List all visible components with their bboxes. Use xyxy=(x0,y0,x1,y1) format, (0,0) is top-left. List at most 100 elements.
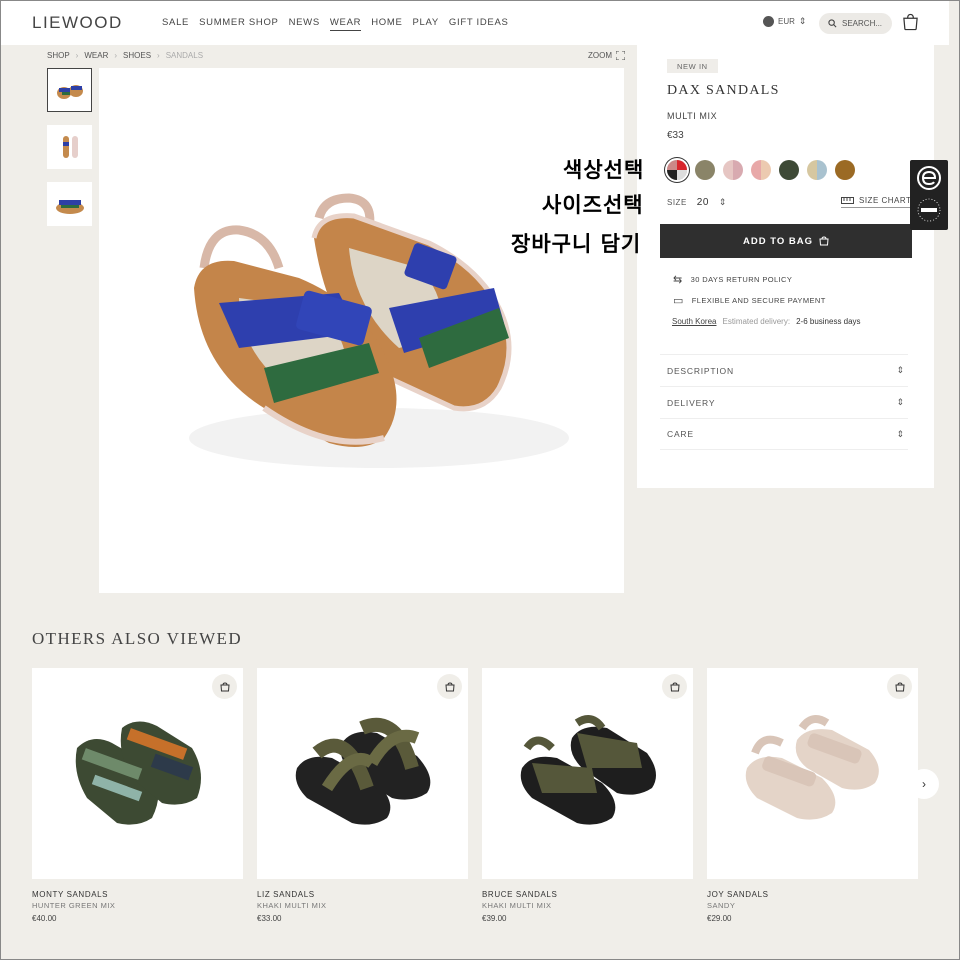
nav-sale[interactable]: SALE xyxy=(162,17,189,31)
crumb-shoes[interactable]: SHOES xyxy=(123,51,151,60)
zoom-button[interactable]: ZOOM xyxy=(588,51,625,60)
card-variant: KHAKI MULTI MIX xyxy=(482,901,552,910)
card-name[interactable]: MONTY SANDALS xyxy=(32,890,108,899)
swatch-hunter-green[interactable] xyxy=(779,160,799,180)
nav-wear[interactable]: WEAR xyxy=(329,17,362,31)
bag-icon xyxy=(819,236,829,246)
card-variant: SANDY xyxy=(707,901,736,910)
chevron-updown-icon: ⇕ xyxy=(896,365,905,375)
card-name[interactable]: JOY SANDALS xyxy=(707,890,769,899)
swatch-sea-blue[interactable] xyxy=(807,160,827,180)
card-icon: ▭ xyxy=(673,295,684,307)
crumb-separator: › xyxy=(75,51,79,60)
search-icon xyxy=(828,19,837,28)
size-chart-link[interactable]: SIZE CHART xyxy=(841,196,912,208)
card-name[interactable]: LIZ SANDALS xyxy=(257,890,315,899)
product-card-liz[interactable] xyxy=(257,668,468,879)
nav-summer-shop[interactable]: SUMMER SHOP xyxy=(199,17,278,31)
crumb-wear[interactable]: WEAR xyxy=(84,51,108,60)
delivery-label: Estimated delivery: xyxy=(722,317,791,326)
accordion-delivery[interactable]: DELIVERY ⇕ xyxy=(660,386,908,418)
add-to-bag-button[interactable]: ADD TO BAG xyxy=(660,224,912,258)
swatch-rose[interactable] xyxy=(723,160,743,180)
monty-sandals-image xyxy=(75,721,201,825)
quick-add-button[interactable] xyxy=(212,674,237,699)
swatch-peach[interactable] xyxy=(751,160,771,180)
thumbnail-1[interactable] xyxy=(47,68,92,112)
accordion-label: DELIVERY xyxy=(667,397,716,408)
thumbnail-2[interactable] xyxy=(47,125,92,169)
bag-icon xyxy=(669,681,680,691)
nav-gift-ideas[interactable]: GIFT IDEAS xyxy=(449,17,509,31)
currency-selector[interactable]: EUR ⇕ xyxy=(763,16,806,27)
nav-home[interactable]: HOME xyxy=(371,17,402,31)
sandal-thumb-image xyxy=(55,200,84,214)
nav-play[interactable]: PLAY xyxy=(413,17,439,31)
accordion-label: CARE xyxy=(667,429,694,439)
accordion-description[interactable]: DESCRIPTION ⇕ xyxy=(660,354,908,386)
crumb-shop[interactable]: SHOP xyxy=(47,51,70,60)
thumbnail-3[interactable] xyxy=(47,182,92,226)
card-name[interactable]: BRUCE SANDALS xyxy=(482,890,557,899)
return-arrows-icon: ⇆ xyxy=(673,274,683,286)
crumb-separator: › xyxy=(157,51,160,60)
annotation-color-select: 색상선택 xyxy=(563,158,645,182)
product-card-monty[interactable] xyxy=(32,668,243,879)
nav-news[interactable]: NEWS xyxy=(289,17,320,31)
search-input[interactable]: SEARCH... xyxy=(819,13,892,34)
carousel-next-button[interactable]: › xyxy=(909,769,939,799)
add-to-bag-label: ADD TO BAG xyxy=(743,235,813,247)
ruler-icon xyxy=(841,197,854,204)
shopping-bag-icon[interactable] xyxy=(902,13,919,31)
size-selector[interactable]: SIZE 20 ⇕ xyxy=(667,197,727,208)
chevron-updown-icon: ⇕ xyxy=(798,16,807,26)
size-chart-label: SIZE CHART xyxy=(859,196,912,205)
chevron-updown-icon: ⇕ xyxy=(718,197,727,207)
main-product-image[interactable] xyxy=(99,68,624,593)
joy-sandals-image xyxy=(745,715,879,820)
product-color-name: MULTI MIX xyxy=(667,111,718,121)
annotation-size-select: 사이즈선택 xyxy=(542,193,644,217)
quick-add-button[interactable] xyxy=(887,674,912,699)
annotation-add-cart: 장바구니 담기 xyxy=(511,232,642,256)
main-nav: SALE SUMMER SHOP NEWS WEAR HOME PLAY GIF… xyxy=(162,17,509,31)
brand-logo[interactable]: LIEWOOD xyxy=(32,13,123,33)
delivery-days: 2-6 business days xyxy=(796,317,861,326)
payment-info: ▭ FLEXIBLE AND SECURE PAYMENT xyxy=(673,294,826,307)
others-also-viewed-title: OTHERS ALSO VIEWED xyxy=(32,629,242,648)
card-price: €33.00 xyxy=(257,914,282,923)
swatch-golden-caramel[interactable] xyxy=(835,160,855,180)
sandal-thumb-image xyxy=(56,85,83,99)
quick-add-button[interactable] xyxy=(662,674,687,699)
globe-icon xyxy=(763,16,774,27)
product-card-joy[interactable] xyxy=(707,668,918,879)
bag-icon xyxy=(444,681,455,691)
bag-icon xyxy=(219,681,230,691)
dax-sandals-image xyxy=(189,193,569,468)
product-title: DAX SANDALS xyxy=(667,83,780,98)
bruce-sandals-image xyxy=(520,715,656,825)
liz-sandals-image xyxy=(295,717,431,825)
breadcrumb: SHOP › WEAR › SHOES › SANDALS xyxy=(47,51,203,60)
card-price: €40.00 xyxy=(32,914,57,923)
new-in-badge: NEW IN xyxy=(667,59,718,73)
product-card-bruce[interactable] xyxy=(482,668,693,879)
zoom-label: ZOOM xyxy=(588,51,612,60)
return-policy-text: 30 DAYS RETURN POLICY xyxy=(690,275,793,284)
payment-text: FLEXIBLE AND SECURE PAYMENT xyxy=(691,296,826,305)
expand-icon xyxy=(616,51,625,60)
product-price: €33 xyxy=(667,130,684,141)
chevron-right-icon: › xyxy=(922,777,926,791)
card-price: €39.00 xyxy=(482,914,507,923)
search-placeholder: SEARCH... xyxy=(842,19,883,28)
accordion-care[interactable]: CARE ⇕ xyxy=(660,418,908,450)
delivery-estimate: South Korea Estimated delivery: 2-6 busi… xyxy=(672,317,861,326)
return-policy-info: ⇆ 30 DAYS RETURN POLICY xyxy=(673,273,792,286)
card-price: €29.00 xyxy=(707,914,732,923)
swatch-multi-mix[interactable] xyxy=(667,160,687,180)
ecommerce-europe-trustmark[interactable] xyxy=(910,160,948,230)
trustmark-logo-icon xyxy=(917,166,941,222)
country-link[interactable]: South Korea xyxy=(672,317,716,326)
quick-add-button[interactable] xyxy=(437,674,462,699)
swatch-khaki[interactable] xyxy=(695,160,715,180)
